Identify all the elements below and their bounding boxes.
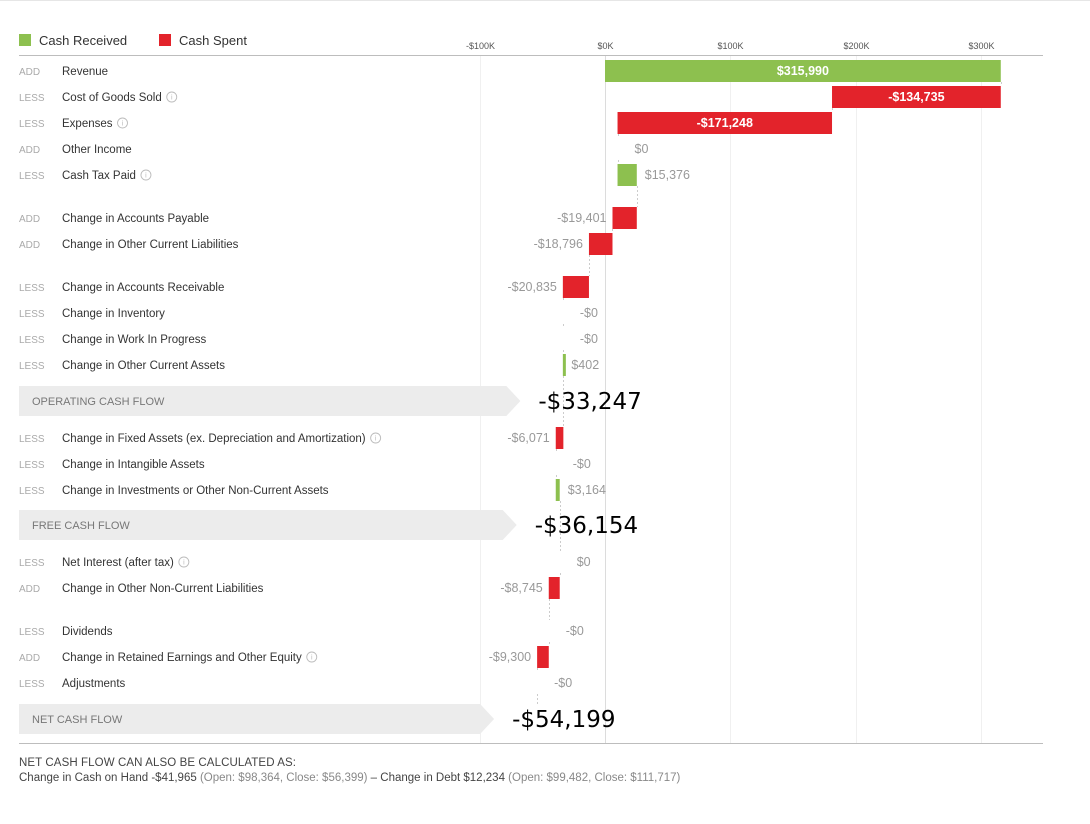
row-label: Net Interest (after tax) (62, 557, 174, 569)
bar-value-label: $0 (577, 555, 591, 569)
waterfall-bar[interactable] (555, 427, 564, 449)
subtotal-value: -$33,247 (538, 389, 641, 415)
x-tick-label: $0K (597, 41, 613, 51)
cash-on-hand-detail: (Open: $98,364, Close: $56,399) (199, 772, 368, 784)
bar-value-label: $3,164 (568, 483, 606, 497)
bar-value-label: -$0 (580, 332, 598, 346)
info-icon-glyph: i (183, 560, 185, 567)
bar-value-label: -$0 (554, 676, 572, 690)
row-label: Change in Accounts Payable (62, 213, 209, 225)
row-label: Change in Other Current Assets (62, 360, 225, 372)
row-type-label: ADD (19, 67, 40, 78)
row-type-label: ADD (19, 653, 40, 664)
footer: NET CASH FLOW CAN ALSO BE CALCULATED AS:… (19, 757, 1079, 784)
waterfall-bar[interactable] (562, 276, 589, 298)
row-type-label: LESS (19, 93, 45, 104)
row-type-label: LESS (19, 283, 45, 294)
row-label: Change in Intangible Assets (62, 459, 205, 471)
bar-value-label: $0 (635, 142, 649, 156)
row-type-label: LESS (19, 434, 45, 445)
row-type-label: LESS (19, 460, 45, 471)
row-label: Other Income (62, 144, 132, 156)
waterfall-bar[interactable] (562, 354, 566, 376)
bar-value-label: -$6,071 (507, 431, 549, 445)
x-tick-label: $200K (843, 41, 869, 51)
row-label: Cost of Goods Sold (62, 92, 162, 104)
row-type-label: LESS (19, 558, 45, 569)
info-icon-glyph: i (311, 655, 313, 662)
bar-value-label: -$18,796 (534, 237, 583, 251)
row-label: Revenue (62, 66, 108, 78)
row-label: Change in Retained Earnings and Other Eq… (62, 652, 302, 664)
row-label: Change in Other Non-Current Liabilities (62, 583, 264, 595)
bar-value-label: -$0 (573, 457, 591, 471)
info-icon-glyph: i (145, 173, 147, 180)
waterfall-bar[interactable] (548, 577, 560, 599)
subtotal-label: OPERATING CASH FLOW (32, 396, 165, 408)
row-label: Expenses (62, 118, 113, 130)
row-label: Dividends (62, 626, 113, 638)
subtotal-value: -$54,199 (512, 707, 615, 733)
row-label: Change in Fixed Assets (ex. Depreciation… (62, 433, 366, 445)
row-label: Cash Tax Paid (62, 170, 136, 182)
info-icon-glyph: i (375, 436, 377, 443)
x-tick-label: $300K (968, 41, 994, 51)
row-type-label: ADD (19, 145, 40, 156)
waterfall-bar[interactable] (617, 164, 637, 186)
bar-value-label: -$19,401 (557, 211, 606, 225)
row-label: Change in Other Current Liabilities (62, 239, 239, 251)
footer-separator: – (370, 772, 378, 784)
row-type-label: LESS (19, 679, 45, 690)
subtotal-label: FREE CASH FLOW (32, 520, 130, 532)
row-type-label: LESS (19, 486, 45, 497)
row-label: Change in Investments or Other Non-Curre… (62, 485, 329, 497)
row-label: Change in Work In Progress (62, 334, 206, 346)
row-label: Adjustments (62, 678, 126, 690)
subtotal-value: -$36,154 (535, 513, 638, 539)
footer-calculation: Change in Cash on Hand -$41,965 (Open: $… (19, 772, 1079, 784)
bar-value-label: $315,990 (777, 64, 829, 78)
x-tick-label: $100K (717, 41, 743, 51)
waterfall-chart: -$100K $0K $100K $200K $300K ADD Revenue $315,9… (19, 41, 1043, 744)
waterfall-bar[interactable] (612, 207, 637, 229)
footer-heading: NET CASH FLOW CAN ALSO BE CALCULATED AS: (19, 757, 297, 769)
cash-on-hand-change: Change in Cash on Hand -$41,965 (19, 772, 197, 784)
subtotal-label: NET CASH FLOW (32, 714, 123, 726)
x-tick-label: -$100K (466, 41, 495, 51)
info-icon-glyph: i (171, 95, 173, 102)
row-type-label: LESS (19, 335, 45, 346)
row-type-label: LESS (19, 361, 45, 372)
bar-value-label: -$171,248 (697, 116, 753, 130)
waterfall-bar[interactable] (537, 646, 549, 668)
bar-value-label: $402 (571, 358, 599, 372)
bar-value-label: -$0 (566, 624, 584, 638)
info-icon-glyph: i (122, 121, 124, 128)
row-type-label: ADD (19, 214, 40, 225)
bar-value-label: -$20,835 (507, 280, 556, 294)
bar-value-label: -$134,735 (888, 90, 944, 104)
debt-detail: (Open: $99,482, Close: $111,717) (508, 772, 681, 784)
debt-change: Change in Debt $12,234 (380, 772, 505, 784)
bar-value-label: -$8,745 (500, 581, 542, 595)
waterfall-bar[interactable] (588, 233, 613, 255)
row-type-label: LESS (19, 627, 45, 638)
bar-value-label: -$0 (580, 306, 598, 320)
row-label: Change in Accounts Receivable (62, 282, 224, 294)
row-type-label: ADD (19, 584, 40, 595)
bar-value-label: $15,376 (645, 168, 690, 182)
row-type-label: LESS (19, 309, 45, 320)
row-type-label: LESS (19, 119, 45, 130)
row-type-label: ADD (19, 240, 40, 251)
bar-value-label: -$9,300 (489, 650, 531, 664)
row-type-label: LESS (19, 171, 45, 182)
row-label: Change in Inventory (62, 308, 165, 320)
waterfall-bar[interactable] (555, 479, 560, 501)
